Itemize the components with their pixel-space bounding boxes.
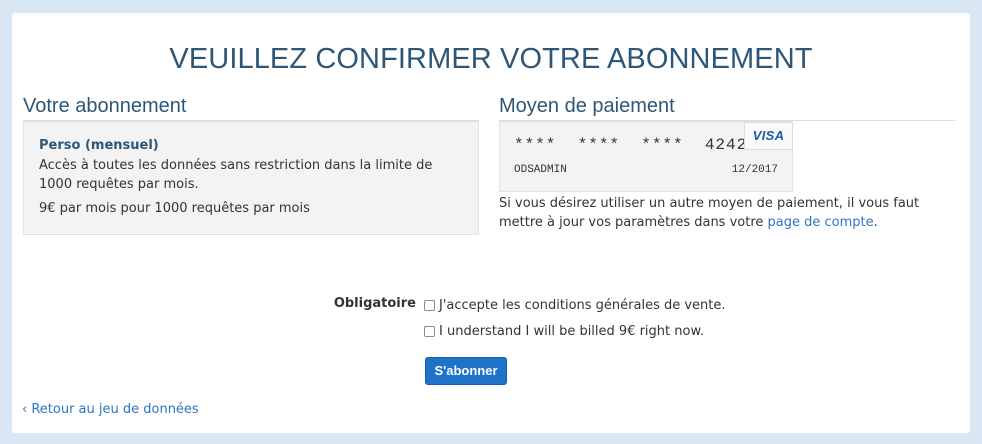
card-number: **** **** **** 4242 [514,136,748,154]
page-title: VEUILLEZ CONFIRMER VOTRE ABONNEMENT [169,43,813,75]
account-page-link[interactable]: page de compte [768,215,874,230]
billing-label[interactable]: I understand I will be billed 9€ right n… [439,324,704,339]
payment-note-end: . [873,215,878,230]
plan-price: 9€ par mois pour 1000 requêtes par mois [39,201,310,216]
credit-card: **** **** **** 4242 VISA ODSADMIN 12/201… [499,121,793,192]
subscription-summary: Perso (mensuel) Accès à toutes les donné… [23,121,479,235]
subscription-heading: Votre abonnement [23,95,479,121]
required-label: Obligatoire [333,296,416,311]
billing-checkbox[interactable] [424,325,435,337]
terms-checkbox[interactable] [424,299,435,311]
card-expiry: 12/2017 [731,164,778,176]
payment-heading: Moyen de paiement [499,95,955,121]
payment-note: Si vous désirez utiliser un autre moyen … [499,194,949,232]
back-to-dataset-link[interactable]: ‹ Retour au jeu de données [22,402,199,417]
visa-icon: VISA [744,122,793,150]
confirmation-panel: VEUILLEZ CONFIRMER VOTRE ABONNEMENT Votr… [12,13,970,433]
plan-name: Perso (mensuel) [39,138,159,153]
terms-label[interactable]: J'accepte les conditions générales de ve… [439,298,726,313]
billing-row: I understand I will be billed 9€ right n… [424,321,704,341]
terms-row: J'accepte les conditions générales de ve… [424,295,726,315]
plan-description: Accès à toutes les données sans restrict… [39,158,433,192]
card-holder: ODSADMIN [514,164,567,176]
subscribe-button[interactable]: S'abonner [425,357,507,385]
